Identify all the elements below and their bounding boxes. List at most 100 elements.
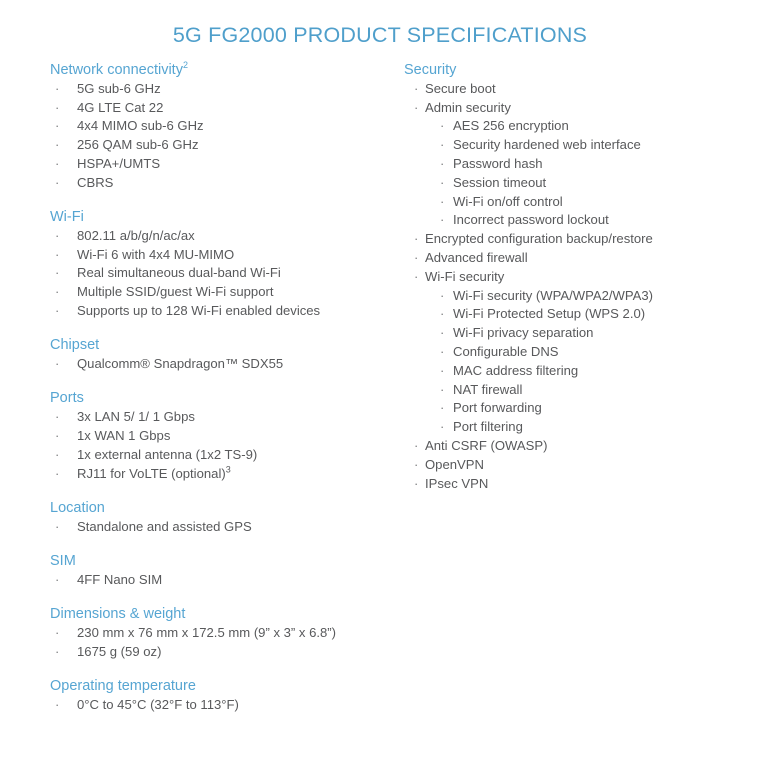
spec-item-label: 802.11 a/b/g/n/ac/ax [77,227,195,243]
spec-list: · 230 mm x 76 mm x 172.5 mm (9” x 3” x 6.… [50,624,390,662]
spec-item-label: Password hash [453,155,543,171]
spec-list-item: · Incorrect password lockout [404,211,754,230]
spec-item-label: 4G LTE Cat 22 [77,99,164,115]
bullet-dot-icon: · [55,465,60,481]
spec-list-item: · Multiple SSID/guest Wi-Fi support [50,283,390,302]
spec-item-label: Wi-Fi privacy separation [453,325,594,341]
bullet-dot-icon: · [55,284,60,300]
spec-list-item: · HSPA+/UMTS [50,155,390,174]
bullet-dot-icon: · [55,446,60,462]
bullet-dot-icon: · [440,381,445,397]
bullet-dot-icon: · [414,437,419,453]
bullet-dot-icon: · [440,400,445,416]
spec-list-item: · Port filtering [404,418,754,437]
spec-list-item: · 5G sub-6 GHz [50,80,390,99]
spec-list-item: · 1x external antenna (1x2 TS-9) [50,446,390,465]
bullet-dot-icon: · [414,231,419,247]
bullet-dot-icon: · [440,155,445,171]
spec-item-label: RJ11 for VoLTE (optional) [77,465,226,481]
spec-list-item: · NAT firewall [404,381,754,400]
spec-list-item: · Qualcomm® Snapdragon™ SDX55 [50,355,390,374]
bullet-dot-icon: · [55,246,60,262]
spec-item-label: 0°C to 45°C (32°F to 113°F) [77,696,239,712]
section-heading: Dimensions & weight [50,606,186,623]
spec-list-item: · 1675 g (59 oz) [50,643,390,662]
spec-section-chipset: Chipset · Qualcomm® Snapdragon™ SDX55 [50,336,390,374]
spec-item-label: Incorrect password lockout [453,212,609,228]
bullet-dot-icon: · [414,268,419,284]
page-title: 5G FG2000 PRODUCT SPECIFICATIONS [172,23,588,47]
spec-list: · 3x LAN 5/ 1/ 1 Gbps · 1x WAN 1 Gbps · 1x ex… [50,408,390,483]
spec-list-item: · 3x LAN 5/ 1/ 1 Gbps [50,408,390,427]
spec-list: · Secure boot · Admin security · AES 256 encr… [404,80,754,494]
bullet-dot-icon: · [440,362,445,378]
spec-item-label: Multiple SSID/guest Wi-Fi support [77,284,274,300]
spec-list: · 4FF Nano SIM [50,571,390,590]
spec-list-item: · 1x WAN 1 Gbps [50,427,390,446]
bullet-dot-icon: · [55,265,60,281]
spec-item-label: Wi-Fi on/off control [453,193,563,209]
spec-list-item: · Wi-Fi Protected Setup (WPS 2.0) [404,305,754,324]
heading-footnote-marker: 2 [182,60,188,71]
bullet-dot-icon: · [55,227,60,243]
bullet-dot-icon: · [440,287,445,303]
bullet-dot-icon: · [414,99,419,115]
spec-list: · 802.11 a/b/g/n/ac/ax · Wi-Fi 6 with 4x4 M… [50,227,390,321]
spec-list-item: · AES 256 encryption [404,117,754,136]
bullet-dot-icon: · [440,306,445,322]
bullet-dot-icon: · [414,80,419,96]
spec-item-label: Advanced firewall [425,249,528,265]
section-heading: Wi-Fi [50,209,84,226]
bullet-dot-icon: · [440,419,445,435]
spec-item-label: Admin security [425,99,511,115]
spec-list-item: · Real simultaneous dual-band Wi-Fi [50,264,390,283]
spec-item-label: Security hardened web interface [453,137,641,153]
spec-list-item: · 4x4 MIMO sub-6 GHz [50,117,390,136]
spec-list-item: · Advanced firewall [404,249,754,268]
spec-item-label: Session timeout [453,174,547,190]
section-heading: Chipset [50,337,100,354]
bullet-dot-icon: · [55,518,60,534]
spec-list-item: · 802.11 a/b/g/n/ac/ax [50,227,390,246]
spec-list-item: · Wi-Fi security [404,268,754,287]
spec-list-item: · 230 mm x 76 mm x 172.5 mm (9” x 3” x 6.… [50,624,390,643]
spec-item-label: Wi-Fi security [425,268,505,284]
spec-list-item: · IPsec VPN [404,475,754,494]
spec-item-label: HSPA+/UMTS [77,155,161,171]
bullet-dot-icon: · [414,456,419,472]
spec-item-label: Port forwarding [453,400,542,416]
spec-list: · Standalone and assisted GPS [50,518,390,537]
spec-item-label: Secure boot [425,80,496,96]
bullet-dot-icon: · [55,624,60,640]
bullet-dot-icon: · [55,174,60,190]
spec-item-label: 3x LAN 5/ 1/ 1 Gbps [77,409,195,425]
bullet-dot-icon: · [440,343,445,359]
spec-item-label: CBRS [77,174,114,190]
section-heading: Security [404,62,457,78]
spec-item-label: OpenVPN [425,456,484,472]
left-column: Network connectivity2 · 5G sub-6 GHz · 4G LT… [50,61,390,715]
spec-list-item: · Wi-Fi on/off control [404,193,754,212]
spec-item-label: MAC address filtering [453,362,579,378]
spec-item-label: 256 QAM sub-6 GHz [77,137,199,153]
spec-list-item: · OpenVPN [404,456,754,475]
spec-item-label: 1675 g (59 oz) [77,643,162,659]
section-heading: Network connectivity2 [50,60,188,78]
spec-item-label: Wi-Fi security (WPA/WPA2/WPA3) [453,287,654,303]
bullet-dot-icon: · [55,303,60,319]
section-heading: Ports [50,390,84,407]
section-heading: Location [50,499,105,516]
bullet-dot-icon: · [55,643,60,659]
spec-item-label: AES 256 encryption [453,118,569,134]
spec-list-item: · CBRS [50,174,390,193]
spec-list-item: · Standalone and assisted GPS [50,518,390,537]
spec-list-item: · Configurable DNS [404,343,754,362]
spec-list-item: · 256 QAM sub-6 GHz [50,136,390,155]
spec-list-item: · Wi-Fi security (WPA/WPA2/WPA3) [404,287,754,306]
bullet-dot-icon: · [440,212,445,228]
spec-item-label: Standalone and assisted GPS [77,518,252,534]
spec-item-label: 4x4 MIMO sub-6 GHz [77,118,204,134]
spec-section-security: Security · Secure boot · Admin security · AES … [404,61,754,493]
spec-section-operating-temperature: Operating temperature · 0°C to 45°C (32°F … [50,677,390,715]
bullet-dot-icon: · [55,696,60,712]
